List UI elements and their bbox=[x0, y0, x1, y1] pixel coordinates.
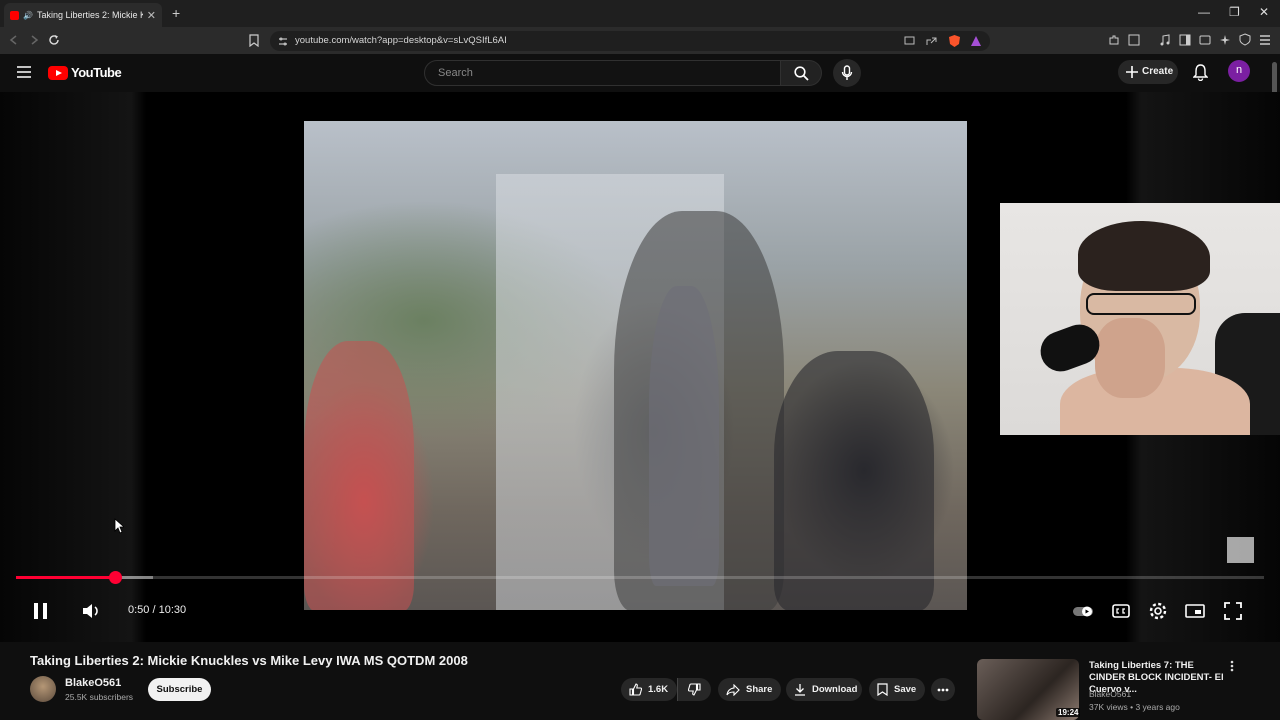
player-left-shade bbox=[0, 92, 146, 642]
browser-tab-bar: 🔊 Taking Liberties 2: Mickie Knu... ✕ + … bbox=[0, 0, 1280, 27]
brave-shield-icon[interactable] bbox=[948, 34, 961, 48]
restore-window-button[interactable]: ❐ bbox=[1229, 5, 1240, 19]
autoplay-toggle-icon[interactable] bbox=[1072, 600, 1094, 622]
webcam-hand bbox=[1095, 318, 1165, 398]
scrubber-handle[interactable] bbox=[109, 571, 122, 584]
wallet-icon[interactable] bbox=[1199, 34, 1211, 46]
youtube-favicon-icon bbox=[10, 10, 19, 20]
channel-name[interactable]: BlakeO561 bbox=[65, 677, 121, 689]
back-icon[interactable] bbox=[9, 35, 19, 45]
recommended-video-channel[interactable]: BlakeO561 bbox=[1089, 689, 1131, 699]
streamer-webcam-overlay bbox=[1000, 203, 1280, 435]
vpn-shield-icon[interactable] bbox=[1239, 33, 1251, 46]
bookmark-icon[interactable] bbox=[249, 34, 259, 47]
mouse-cursor-icon bbox=[114, 518, 124, 534]
subscribe-button[interactable]: Subscribe bbox=[148, 678, 211, 701]
browser-tab[interactable]: 🔊 Taking Liberties 2: Mickie Knu... ✕ bbox=[4, 3, 162, 27]
time-display: 0:50 / 10:30 bbox=[128, 604, 187, 616]
subscriber-count: 25.5K subscribers bbox=[65, 692, 134, 702]
account-avatar[interactable]: n bbox=[1228, 60, 1250, 82]
share-button[interactable]: Share bbox=[718, 678, 781, 701]
media-icon[interactable] bbox=[1159, 34, 1171, 46]
plus-icon bbox=[1126, 66, 1138, 78]
recommended-video-duration: 19:24 bbox=[1056, 708, 1081, 717]
extensions-icon[interactable] bbox=[1108, 34, 1120, 46]
end-screen-thumbnail[interactable] bbox=[1227, 537, 1254, 563]
dislike-button[interactable] bbox=[677, 678, 711, 701]
video-player[interactable] bbox=[0, 92, 1280, 642]
save-button[interactable]: Save bbox=[869, 678, 925, 701]
like-count: 1.6K bbox=[648, 684, 669, 695]
minimize-window-button[interactable]: — bbox=[1198, 5, 1210, 19]
share-label: Share bbox=[746, 684, 773, 695]
like-button[interactable]: 1.6K bbox=[621, 678, 677, 701]
close-tab-icon[interactable]: ✕ bbox=[147, 9, 156, 22]
kebab-menu-icon[interactable] bbox=[1230, 660, 1234, 672]
leo-ai-icon[interactable] bbox=[1219, 34, 1231, 46]
youtube-header: YouTube Search Create n bbox=[0, 54, 1280, 92]
close-window-button[interactable]: ✕ bbox=[1259, 5, 1269, 19]
search-icon bbox=[794, 66, 809, 81]
webcam-hair bbox=[1078, 221, 1210, 291]
channel-avatar[interactable] bbox=[30, 676, 56, 702]
share-page-icon[interactable] bbox=[926, 36, 937, 46]
search-input[interactable]: Search bbox=[424, 60, 781, 86]
site-info-icon[interactable] bbox=[278, 37, 288, 46]
hamburger-menu-icon[interactable] bbox=[17, 66, 31, 78]
share-arrow-icon bbox=[726, 683, 740, 696]
more-actions-button[interactable] bbox=[931, 678, 955, 701]
speaker-icon: 🔊 bbox=[23, 10, 33, 20]
video-frame bbox=[304, 121, 967, 610]
video-figure-crowd bbox=[304, 341, 414, 610]
download-button[interactable]: Download bbox=[786, 678, 862, 701]
save-label: Save bbox=[894, 684, 917, 695]
more-horizontal-icon bbox=[937, 688, 949, 691]
forward-icon[interactable] bbox=[29, 35, 39, 45]
download-label: Download bbox=[812, 684, 858, 695]
thumbs-up-icon bbox=[629, 683, 642, 696]
logo-text: YouTube bbox=[71, 65, 122, 80]
tab-title: Taking Liberties 2: Mickie Knu... bbox=[36, 10, 143, 20]
fullscreen-icon[interactable] bbox=[1222, 600, 1244, 622]
sidebar-icon[interactable] bbox=[1179, 34, 1191, 46]
create-label: Create bbox=[1142, 66, 1174, 77]
video-title: Taking Liberties 2: Mickie Knuckles vs M… bbox=[30, 653, 468, 668]
captions-icon[interactable] bbox=[1110, 600, 1132, 622]
download-icon bbox=[795, 684, 805, 696]
video-figure-woman bbox=[649, 286, 719, 586]
recommended-video-meta: 37K views • 3 years ago bbox=[1089, 702, 1180, 712]
cast-icon[interactable] bbox=[904, 36, 915, 46]
youtube-play-icon bbox=[48, 65, 68, 80]
pause-icon[interactable] bbox=[30, 600, 52, 622]
video-figure-man bbox=[774, 351, 934, 610]
volume-icon[interactable] bbox=[80, 600, 102, 622]
create-button[interactable]: Create bbox=[1118, 60, 1178, 84]
reader-icon[interactable] bbox=[1128, 34, 1140, 46]
thumbs-down-icon bbox=[688, 683, 701, 696]
settings-gear-icon[interactable] bbox=[1147, 600, 1169, 622]
progress-played bbox=[16, 576, 115, 579]
webcam-glasses bbox=[1086, 293, 1196, 315]
progress-bar[interactable] bbox=[16, 576, 1264, 579]
url-text: youtube.com/watch?app=desktop&v=sLvQSIfL… bbox=[295, 35, 507, 46]
notifications-bell-icon[interactable] bbox=[1193, 64, 1208, 81]
browser-toolbar: youtube.com/watch?app=desktop&v=sLvQSIfL… bbox=[0, 27, 1280, 54]
brave-rewards-icon[interactable] bbox=[970, 35, 982, 47]
address-bar[interactable]: youtube.com/watch?app=desktop&v=sLvQSIfL… bbox=[270, 31, 990, 51]
search-button[interactable] bbox=[781, 60, 822, 86]
youtube-logo[interactable]: YouTube bbox=[48, 65, 122, 80]
menu-icon[interactable] bbox=[1259, 35, 1271, 45]
save-playlist-icon bbox=[877, 683, 888, 696]
theater-mode-icon[interactable] bbox=[1184, 600, 1206, 622]
microphone-icon bbox=[841, 65, 853, 80]
voice-search-button[interactable] bbox=[833, 59, 861, 87]
new-tab-button[interactable]: + bbox=[172, 5, 180, 21]
reload-icon[interactable] bbox=[48, 34, 60, 46]
